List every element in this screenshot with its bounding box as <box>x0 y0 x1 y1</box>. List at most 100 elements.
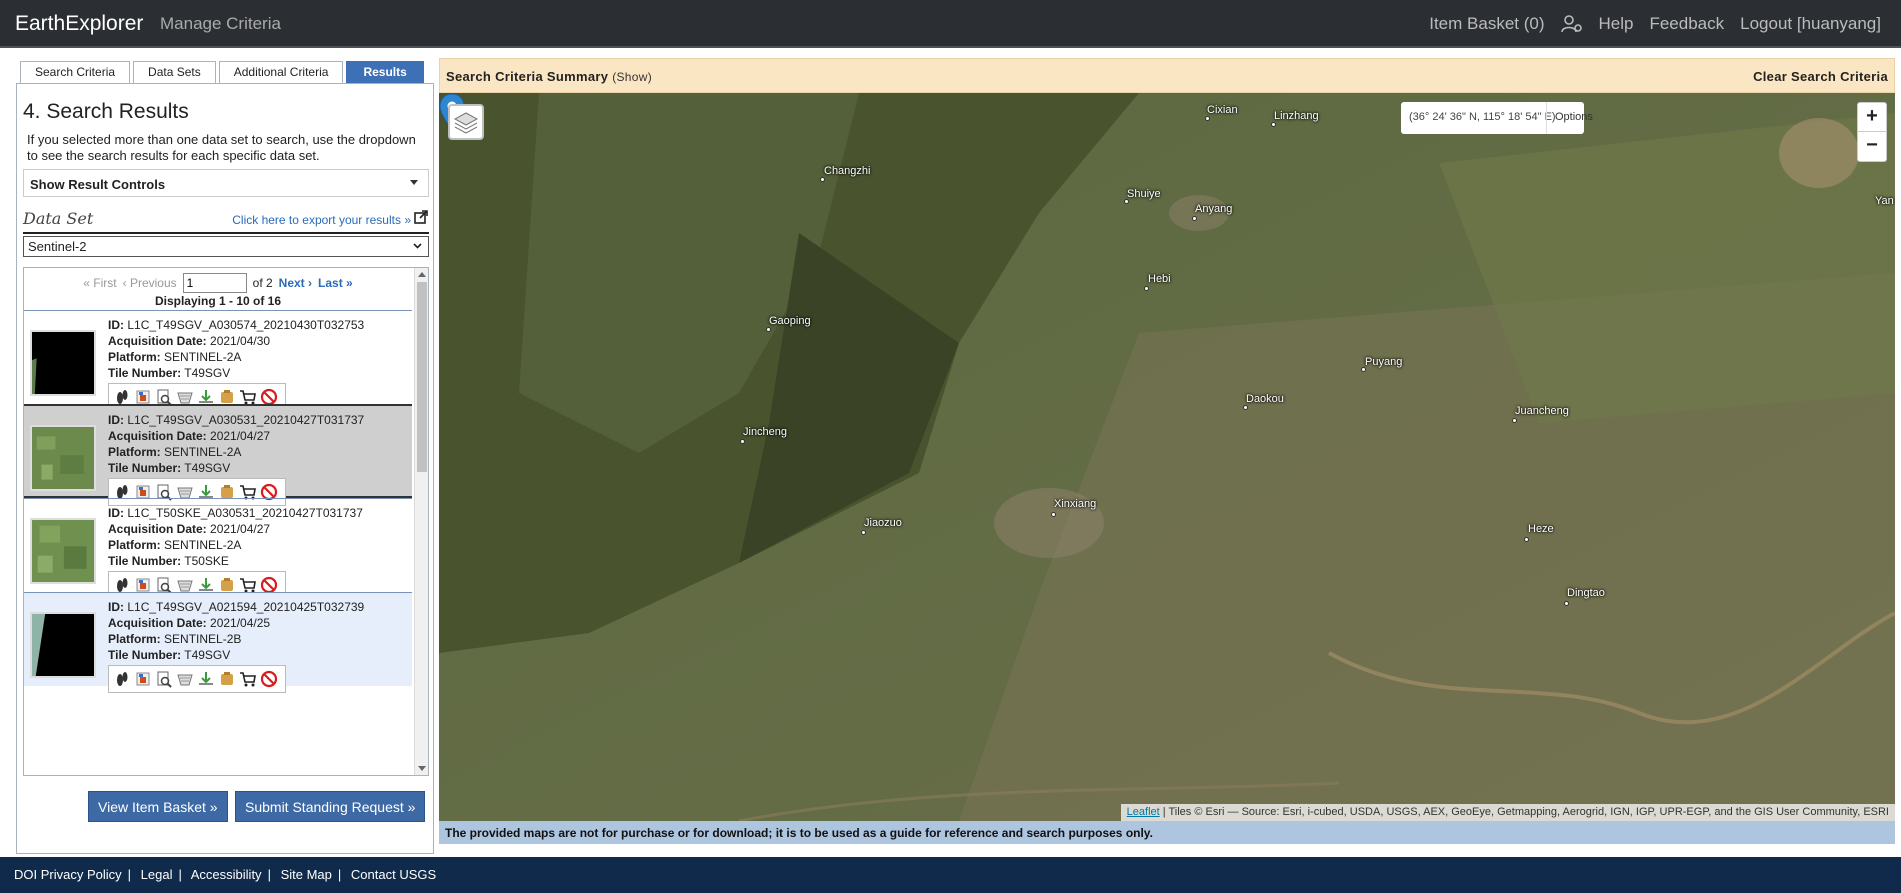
tab-additional-criteria[interactable]: Additional Criteria <box>218 61 344 83</box>
coordinate-text: (36° 24' 36" N, 115° 18' 54" E) <box>1409 111 1556 123</box>
city-label: Hebi <box>1148 273 1171 285</box>
zoom-control: + − <box>1857 102 1887 162</box>
result-acq-date: 2021/04/30 <box>210 334 271 348</box>
result-id: L1C_T49SGV_A030574_20210430T032753 <box>127 318 365 332</box>
criteria-show-link[interactable]: (Show) <box>612 70 652 84</box>
result-acq-date: 2021/04/27 <box>210 429 271 443</box>
city-label: Heze <box>1528 523 1554 535</box>
help-link[interactable]: Help <box>1599 14 1634 34</box>
result-thumbnail[interactable] <box>30 518 96 584</box>
city-marker <box>1271 122 1276 127</box>
show-result-controls-dropdown[interactable]: Show Result Controls <box>23 169 429 197</box>
brand-logo[interactable]: EarthExplorer <box>15 12 143 36</box>
results-list: ID: L1C_T49SGV_A030574_20210430T032753 A… <box>24 310 412 693</box>
zoom-in-button[interactable]: + <box>1858 103 1886 132</box>
external-link-icon[interactable] <box>414 210 428 224</box>
manage-criteria-link[interactable]: Manage Criteria <box>160 14 281 34</box>
result-thumbnail[interactable] <box>30 330 96 396</box>
layers-button[interactable] <box>448 104 484 140</box>
tab-data-sets[interactable]: Data Sets <box>133 61 216 83</box>
export-results-link[interactable]: Click here to export your results » <box>232 213 411 227</box>
result-acq-date: 2021/04/27 <box>210 522 271 536</box>
exclude-icon[interactable] <box>260 670 278 688</box>
scroll-down-icon[interactable] <box>418 766 426 771</box>
city-label: Jiaozuo <box>864 517 902 529</box>
result-metadata: ID: L1C_T50SKE_A030531_20210427T031737 A… <box>108 506 363 568</box>
criteria-summary-label: Search Criteria Summary <box>446 69 609 84</box>
result-thumbnail[interactable] <box>30 425 96 491</box>
result-metadata: ID: L1C_T49SGV_A021594_20210425T032739 A… <box>108 600 365 662</box>
logout-link[interactable]: Logout [huanyang] <box>1740 14 1881 34</box>
metadata-icon[interactable] <box>155 670 173 688</box>
map-notice: The provided maps are not for purchase o… <box>439 821 1895 844</box>
feedback-link[interactable]: Feedback <box>1649 14 1724 34</box>
overlay-icon[interactable] <box>134 670 152 688</box>
city-label: Jincheng <box>743 426 788 438</box>
cart-icon[interactable] <box>239 670 257 688</box>
result-id: L1C_T50SKE_A030531_20210427T031737 <box>127 506 363 520</box>
options-button[interactable]: Options <box>1546 102 1593 134</box>
result-tile: T49SGV <box>184 366 231 380</box>
city-marker <box>1144 286 1149 291</box>
bulk-download-icon[interactable] <box>218 670 236 688</box>
city-marker <box>1051 512 1056 517</box>
footer-privacy-link[interactable]: DOI Privacy Policy <box>14 867 122 882</box>
tab-results[interactable]: Results <box>346 61 424 83</box>
top-nav-links: Item Basket (0) Help Feedback Logout [hu… <box>1429 14 1881 34</box>
pager-next[interactable]: Next › <box>279 276 312 290</box>
city-label: Daokou <box>1246 393 1284 405</box>
results-list-container: « First ‹ Previous of 2 Next › Last » Di… <box>23 267 429 776</box>
footer-legal-link[interactable]: Legal <box>141 867 173 882</box>
results-panel: 4. Search Results If you selected more t… <box>16 83 434 854</box>
compare-icon[interactable] <box>176 670 194 688</box>
search-criteria-summary-bar: Search Criteria Summary (Show) Clear Sea… <box>439 58 1895 93</box>
view-item-basket-button[interactable]: View Item Basket » <box>88 791 228 822</box>
download-icon[interactable] <box>197 670 215 688</box>
scroll-thumb[interactable] <box>417 282 427 472</box>
city-label: Juancheng <box>1515 405 1569 417</box>
dataset-select[interactable]: Sentinel-2 <box>23 236 429 257</box>
city-label: Linzhang <box>1274 110 1319 122</box>
result-acq-date: 2021/04/25 <box>210 616 271 630</box>
map-imagery <box>439 93 1895 821</box>
result-item-selected[interactable]: ID: L1C_T49SGV_A030531_20210427T031737 A… <box>24 404 412 506</box>
user-settings-icon[interactable] <box>1560 15 1583 33</box>
page-number-input[interactable] <box>182 273 247 293</box>
panel-title: 4. Search Results <box>23 100 189 123</box>
result-platform: SENTINEL-2A <box>164 538 242 552</box>
show-controls-label: Show Result Controls <box>30 177 166 192</box>
result-item[interactable]: ID: L1C_T50SKE_A030531_20210427T031737 A… <box>24 498 412 599</box>
criteria-tabs: Search Criteria Data Sets Additional Cri… <box>20 61 424 83</box>
clear-search-criteria-link[interactable]: Clear Search Criteria <box>1753 69 1888 84</box>
result-platform: SENTINEL-2A <box>164 350 242 364</box>
leaflet-link[interactable]: Leaflet <box>1127 806 1160 818</box>
city-marker <box>1205 116 1210 121</box>
footer-sitemap-link[interactable]: Site Map <box>281 867 332 882</box>
result-tile: T49SGV <box>184 648 231 662</box>
result-thumbnail[interactable] <box>30 612 96 678</box>
footer-accessibility-link[interactable]: Accessibility <box>191 867 262 882</box>
zoom-out-button[interactable]: − <box>1858 132 1886 161</box>
result-item[interactable]: ID: L1C_T49SGV_A021594_20210425T032739 A… <box>24 592 412 693</box>
footer-contact-link[interactable]: Contact USGS <box>351 867 436 882</box>
city-marker <box>861 530 866 535</box>
result-platform: SENTINEL-2A <box>164 445 242 459</box>
city-marker <box>1524 537 1529 542</box>
scroll-up-icon[interactable] <box>418 272 426 277</box>
map-attribution: Leaflet | Tiles © Esri — Source: Esri, i… <box>1120 804 1895 821</box>
satellite-map[interactable]: Changzhi Cixian Linzhang Shuiye Anyang Y… <box>439 93 1895 821</box>
result-item[interactable]: ID: L1C_T49SGV_A030574_20210430T032753 A… <box>24 310 412 411</box>
submit-standing-request-button[interactable]: Submit Standing Request » <box>235 791 426 822</box>
result-tile: T50SKE <box>184 554 229 568</box>
footprint-icon[interactable] <box>113 670 131 688</box>
panel-description: If you selected more than one data set t… <box>27 132 416 163</box>
city-label: Puyang <box>1365 356 1403 368</box>
tab-search-criteria[interactable]: Search Criteria <box>20 61 131 83</box>
city-marker <box>766 327 771 332</box>
pager-last[interactable]: Last » <box>318 276 353 290</box>
pager-of: of 2 <box>252 276 273 290</box>
results-scrollbar[interactable] <box>414 268 428 775</box>
item-basket-link[interactable]: Item Basket (0) <box>1429 14 1544 34</box>
result-metadata: ID: L1C_T49SGV_A030531_20210427T031737 A… <box>108 413 365 475</box>
city-label: Xinxiang <box>1054 498 1097 510</box>
